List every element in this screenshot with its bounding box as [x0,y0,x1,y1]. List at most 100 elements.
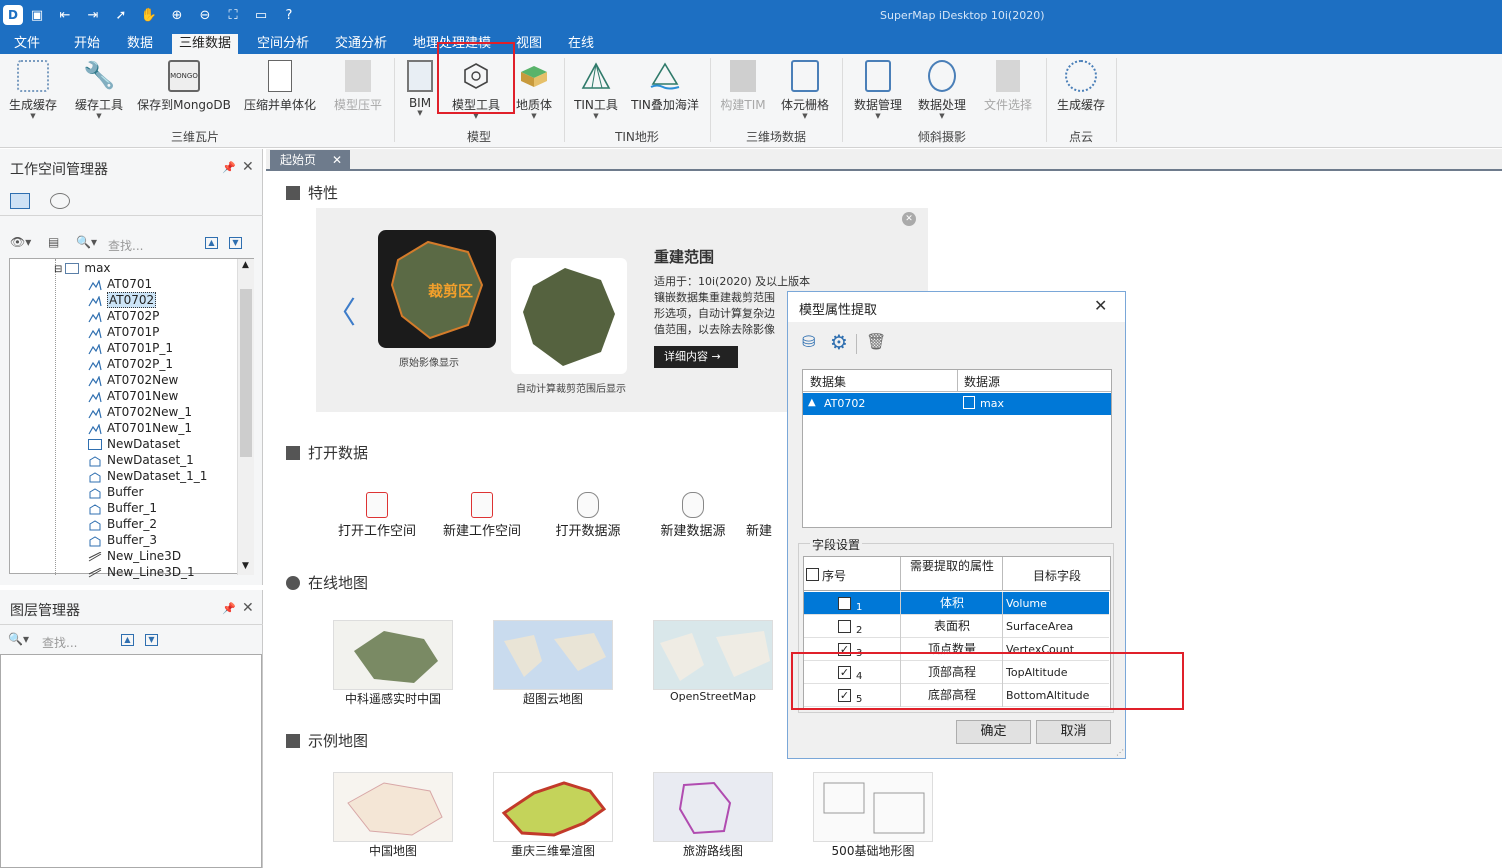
search-previous-icon[interactable]: ▲ [121,634,134,646]
dataset-column-header[interactable]: 数据集 [810,373,846,390]
sample-map-label-4[interactable]: 500基础地形图 [803,842,943,859]
resize-grip-icon[interactable]: ⋰ [1116,748,1124,757]
menu-view[interactable]: 视图 [509,34,549,54]
scroll-thumb[interactable] [240,289,252,457]
zoom-out-icon[interactable]: ⊖ [196,7,214,25]
new-workspace-item[interactable]: 新建工作空间 [437,492,527,539]
export-icon[interactable]: ⇥ [84,7,102,25]
tree-scrollbar[interactable]: ▲ ▼ [237,259,254,575]
field-row[interactable]: 1 体积 Volume [804,592,1109,615]
properties-icon[interactable]: ▤ [48,235,59,249]
database-icon[interactable] [50,193,70,209]
voxel-grid-button[interactable]: 体元栅格 ▼ [776,58,834,124]
tree-item[interactable]: Buffer_2 [88,516,157,532]
open-workspace-item[interactable]: 打开工作空间 [332,492,422,539]
carousel-prev-icon[interactable]: 〈 [326,288,356,332]
tree-root-item[interactable]: ⊟ max [54,260,111,276]
tin-overlay-ocean-button[interactable]: TIN叠加海洋 [628,58,702,124]
close-icon[interactable]: ✕ [242,600,254,616]
field-row[interactable]: 2 表面积 SurfaceArea [804,615,1109,638]
new-datasource-item[interactable]: 新建数据源 [648,492,738,539]
tree-item[interactable]: AT0702New [88,372,178,388]
tree-item[interactable]: NewDataset_1 [88,452,194,468]
add-dataset-icon[interactable]: ⛁ [802,332,822,352]
field-checkbox[interactable] [838,615,851,638]
online-map-label-2[interactable]: 超图云地图 [483,690,623,707]
layer-search-input[interactable]: 查找... [42,634,77,651]
sample-map-label-1[interactable]: 中国地图 [323,842,463,859]
tree-item[interactable]: Buffer [88,484,143,500]
zoom-in-icon[interactable]: ⊕ [168,7,186,25]
online-map-thumb-2[interactable] [493,620,613,690]
tab-start-page[interactable]: 起始页 ✕ [270,150,350,171]
build-tim-button[interactable]: 构建TIM [718,58,768,124]
help-icon[interactable]: ? [280,7,298,25]
select-cursor-icon[interactable]: ➚ [112,7,130,25]
ok-button[interactable]: 确定 [956,720,1031,744]
point-cloud-generate-cache-button[interactable]: 生成缓存 [1052,58,1110,124]
data-processing-button[interactable]: 数据处理 ▼ [912,58,972,124]
online-map-thumb-3[interactable] [653,620,773,690]
sample-map-thumb-3[interactable] [653,772,773,842]
sample-map-thumb-2[interactable] [493,772,613,842]
folder-icon[interactable]: ▭ [252,7,270,25]
search-previous-icon[interactable]: ▲ [205,237,218,249]
bim-button[interactable]: BIM ▼ [402,58,438,124]
tin-tools-button[interactable]: TIN工具 ▼ [572,58,620,124]
menu-online[interactable]: 在线 [561,34,601,54]
workspace-search-input[interactable]: 查找... [108,237,143,254]
menu-data[interactable]: 数据 [120,34,160,54]
pin-icon[interactable]: 📌 [222,602,236,615]
search-next-icon[interactable]: ▼ [229,237,242,249]
tree-item[interactable]: Buffer_1 [88,500,157,516]
compress-singulate-button[interactable]: 压缩并单体化 [238,58,322,124]
view-options-icon[interactable]: 👁▾ [10,235,31,249]
index-column-header[interactable]: 序号 [822,567,846,584]
data-management-button[interactable]: 数据管理 ▼ [848,58,908,124]
select-all-checkbox[interactable] [806,567,819,581]
search-icon[interactable]: 🔍▾ [76,235,97,249]
dialog-close-icon[interactable]: ✕ [1094,296,1107,315]
open-datasource-item[interactable]: 打开数据源 [543,492,633,539]
tree-item[interactable]: AT0702P [88,308,159,324]
tree-item[interactable]: AT0701 [88,276,152,292]
attribute-column-header[interactable]: 需要提取的属性 [904,560,1000,573]
pan-hand-icon[interactable]: ✋ [140,7,158,25]
tree-item[interactable]: AT0702 [88,292,157,308]
sample-map-thumb-1[interactable] [333,772,453,842]
delete-icon[interactable]: 🗑 [866,332,886,352]
scroll-down-icon[interactable]: ▼ [242,561,249,571]
tree-item[interactable]: NewDataset [88,436,180,452]
geological-body-button[interactable]: 地质体 ▼ [512,58,556,124]
search-icon[interactable]: 🔍▾ [8,632,29,646]
app-logo-icon[interactable]: D [3,5,23,25]
menu-start[interactable]: 开始 [67,34,107,54]
tree-item[interactable]: AT0701P [88,324,159,340]
cache-tools-button[interactable]: 🔧 缓存工具 ▼ [68,58,130,124]
details-button[interactable]: 详细内容 → [654,346,738,368]
close-icon[interactable]: ✕ [242,159,254,175]
tree-item[interactable]: New_Line3D [88,548,181,564]
cancel-button[interactable]: 取消 [1036,720,1111,744]
tree-item[interactable]: NewDataset_1_1 [88,468,207,484]
sample-map-thumb-4[interactable] [813,772,933,842]
tree-item[interactable]: AT0701New_1 [88,420,192,436]
search-next-icon[interactable]: ▼ [145,634,158,646]
menu-file[interactable]: 文件 [7,34,47,54]
full-extent-icon[interactable]: ⛶ [224,7,242,25]
online-map-thumb-1[interactable] [333,620,453,690]
generate-cache-button[interactable]: 生成缓存 ▼ [4,58,62,124]
target-column-header[interactable]: 目标字段 [1004,567,1110,584]
sample-map-label-2[interactable]: 重庆三维晕渲图 [483,842,623,859]
tree-item[interactable]: New_Line3D_1 [88,564,195,580]
scroll-up-icon[interactable]: ▲ [242,260,249,270]
save-icon[interactable]: ▣ [28,7,46,25]
menu-3d-data[interactable]: 三维数据 [172,34,239,54]
tree-item[interactable]: AT0701P_1 [88,340,173,356]
banner-close-icon[interactable]: ✕ [902,212,916,226]
tree-item[interactable]: AT0702New_1 [88,404,192,420]
table-row[interactable]: ▲ AT0702 max [803,393,1111,415]
tree-item[interactable]: Buffer_3 [88,532,157,548]
model-flatten-button[interactable]: 模型压平 [328,58,388,124]
menu-traffic-analysis[interactable]: 交通分析 [328,34,394,54]
